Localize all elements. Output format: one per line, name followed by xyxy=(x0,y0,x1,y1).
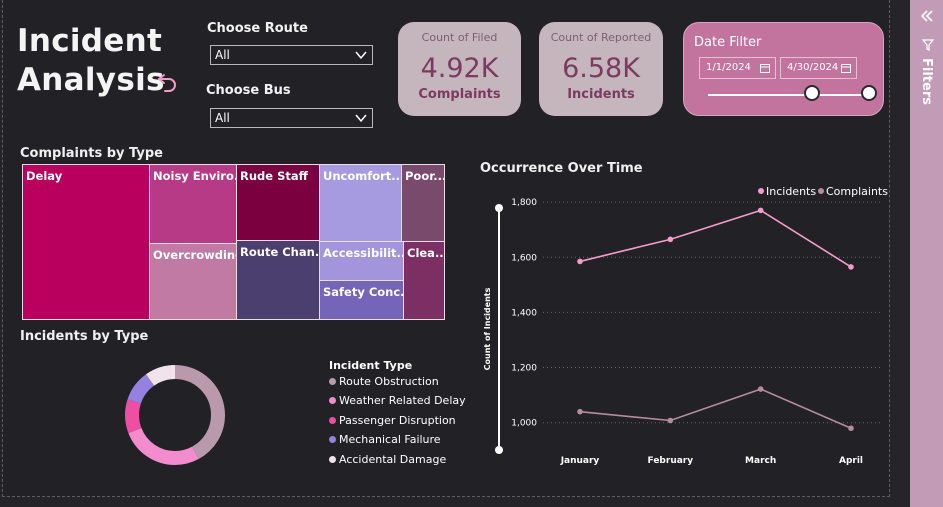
bus-slicer-label: Choose Bus xyxy=(206,83,291,98)
incidents-card-value: 6.58K xyxy=(562,53,640,84)
report-canvas: Incident Analysis Choose Route All Choos… xyxy=(2,0,890,497)
y-tick-label: 1,600 xyxy=(511,253,537,263)
start-date-input[interactable]: 1/1/2024 xyxy=(699,57,776,79)
legend-marker xyxy=(758,188,764,194)
double-chevron-left-icon[interactable] xyxy=(920,9,934,23)
date-slider-end-handle[interactable] xyxy=(861,85,877,101)
legend-label: Mechanical Failure xyxy=(339,433,441,446)
complaints-card: Count of Filed 4.92K Complaints xyxy=(398,22,521,116)
y-axis-title: Count of Incidents xyxy=(483,287,492,370)
data-point[interactable] xyxy=(577,258,583,265)
series-line-incidents[interactable] xyxy=(579,209,852,268)
legend-dot xyxy=(329,455,336,463)
treemap-cell[interactable]: Clea... xyxy=(403,241,445,320)
treemap-cell[interactable]: Poor... xyxy=(401,164,445,242)
complaints-card-label: Count of Filed xyxy=(421,31,498,44)
incidents-donut-chart[interactable] xyxy=(119,359,231,471)
x-tick-label: February xyxy=(648,456,694,466)
y-axis-scroll-handle-top[interactable] xyxy=(495,204,503,212)
treemap-cell[interactable]: Delay xyxy=(22,164,150,320)
bus-dropdown[interactable]: All xyxy=(210,108,373,128)
date-filter: Date Filter 1/1/2024 4/30/2024 xyxy=(683,22,884,116)
route-dropdown[interactable]: All xyxy=(210,45,373,65)
date-slider-track[interactable] xyxy=(708,94,870,96)
chevron-down-icon xyxy=(355,51,367,60)
treemap-title: Complaints by Type xyxy=(20,146,163,161)
legend-dot xyxy=(329,377,336,385)
start-date-value: 1/1/2024 xyxy=(706,62,751,73)
treemap-cell[interactable]: Route Chan... xyxy=(236,240,320,320)
data-point[interactable] xyxy=(667,417,674,424)
y-tick-label: 1,800 xyxy=(511,198,537,208)
back-arrow-icon[interactable] xyxy=(155,70,179,94)
complaints-card-sub: Complaints xyxy=(418,87,501,102)
legend-label: Weather Related Delay xyxy=(339,394,466,407)
treemap-cell[interactable]: Noisy Enviro... xyxy=(149,164,237,244)
treemap-cell[interactable]: Uncomfort... xyxy=(319,164,402,242)
incidents-card-label: Count of Reported xyxy=(550,31,652,44)
legend-label: Passenger Disruption xyxy=(339,414,456,427)
occurrence-line-chart[interactable]: Count of Incidents 1,000 1,200 1,400 1,600 1,… xyxy=(473,180,891,480)
legend-item-passenger-disruption[interactable]: Passenger Disruption xyxy=(329,414,456,427)
treemap-cell[interactable]: Rude Staff xyxy=(236,164,320,241)
data-point[interactable] xyxy=(577,408,583,415)
date-filter-label: Date Filter xyxy=(694,35,762,50)
y-axis-scroll-handle-bottom[interactable] xyxy=(495,446,503,454)
calendar-icon[interactable] xyxy=(841,63,851,73)
end-date-value: 4/30/2024 xyxy=(787,62,839,73)
data-point[interactable] xyxy=(848,264,854,270)
x-tick-label: April xyxy=(839,456,863,466)
filters-pane[interactable]: Filters xyxy=(910,0,943,507)
line-chart-title: Occurrence Over Time xyxy=(480,161,643,176)
data-point[interactable] xyxy=(848,425,854,432)
treemap-cell[interactable]: Overcrowding xyxy=(149,243,237,320)
legend-label[interactable]: Incidents xyxy=(766,185,816,198)
y-tick-label: 1,400 xyxy=(511,308,537,318)
x-tick-label: January xyxy=(560,456,600,466)
filter-funnel-icon xyxy=(922,39,934,51)
y-tick-label: 1,200 xyxy=(511,364,537,374)
filters-pane-label: Filters xyxy=(919,58,934,105)
legend-dot xyxy=(329,416,336,424)
page-tab-bar xyxy=(0,497,910,507)
legend-label: Route Obstruction xyxy=(339,375,439,388)
treemap-cell[interactable]: Accessibilit... xyxy=(319,241,404,281)
incidents-card-sub: Incidents xyxy=(567,87,635,102)
data-point[interactable] xyxy=(757,386,764,392)
treemap-cell[interactable]: Safety Conc... xyxy=(319,280,404,320)
legend-marker xyxy=(818,188,824,194)
legend-dot xyxy=(329,435,336,443)
complaints-card-value: 4.92K xyxy=(420,53,499,84)
incidents-card: Count of Reported 6.58K Incidents xyxy=(539,22,663,116)
page-title: Incident Analysis xyxy=(17,22,165,100)
legend-item-accidental-damage[interactable]: Accidental Damage xyxy=(329,453,446,466)
legend-item-weather-delay[interactable]: Weather Related Delay xyxy=(329,394,466,407)
title-line-1: Incident xyxy=(17,23,163,59)
route-slicer-label: Choose Route xyxy=(207,21,308,36)
x-tick-label: March xyxy=(745,456,776,466)
data-point[interactable] xyxy=(667,236,674,243)
complaints-treemap[interactable]: Delay Noisy Enviro... Overcrowding Rude … xyxy=(22,164,445,320)
chevron-down-icon xyxy=(355,114,367,123)
legend-dot xyxy=(329,396,336,404)
y-tick-label: 1,000 xyxy=(511,419,537,429)
calendar-icon[interactable] xyxy=(760,63,770,73)
data-point[interactable] xyxy=(757,207,764,214)
route-dropdown-value: All xyxy=(215,48,230,62)
legend-label[interactable]: Complaints xyxy=(826,185,888,198)
end-date-input[interactable]: 4/30/2024 xyxy=(780,57,857,79)
donut-legend-title: Incident Type xyxy=(329,359,413,372)
legend-item-route-obstruction[interactable]: Route Obstruction xyxy=(329,375,439,388)
title-line-2: Analysis xyxy=(17,62,165,98)
legend-label: Accidental Damage xyxy=(339,453,447,466)
legend-item-mechanical-failure[interactable]: Mechanical Failure xyxy=(329,433,441,446)
donut-title: Incidents by Type xyxy=(20,329,149,344)
date-slider-start-handle[interactable] xyxy=(804,85,820,101)
bus-dropdown-value: All xyxy=(215,111,230,125)
